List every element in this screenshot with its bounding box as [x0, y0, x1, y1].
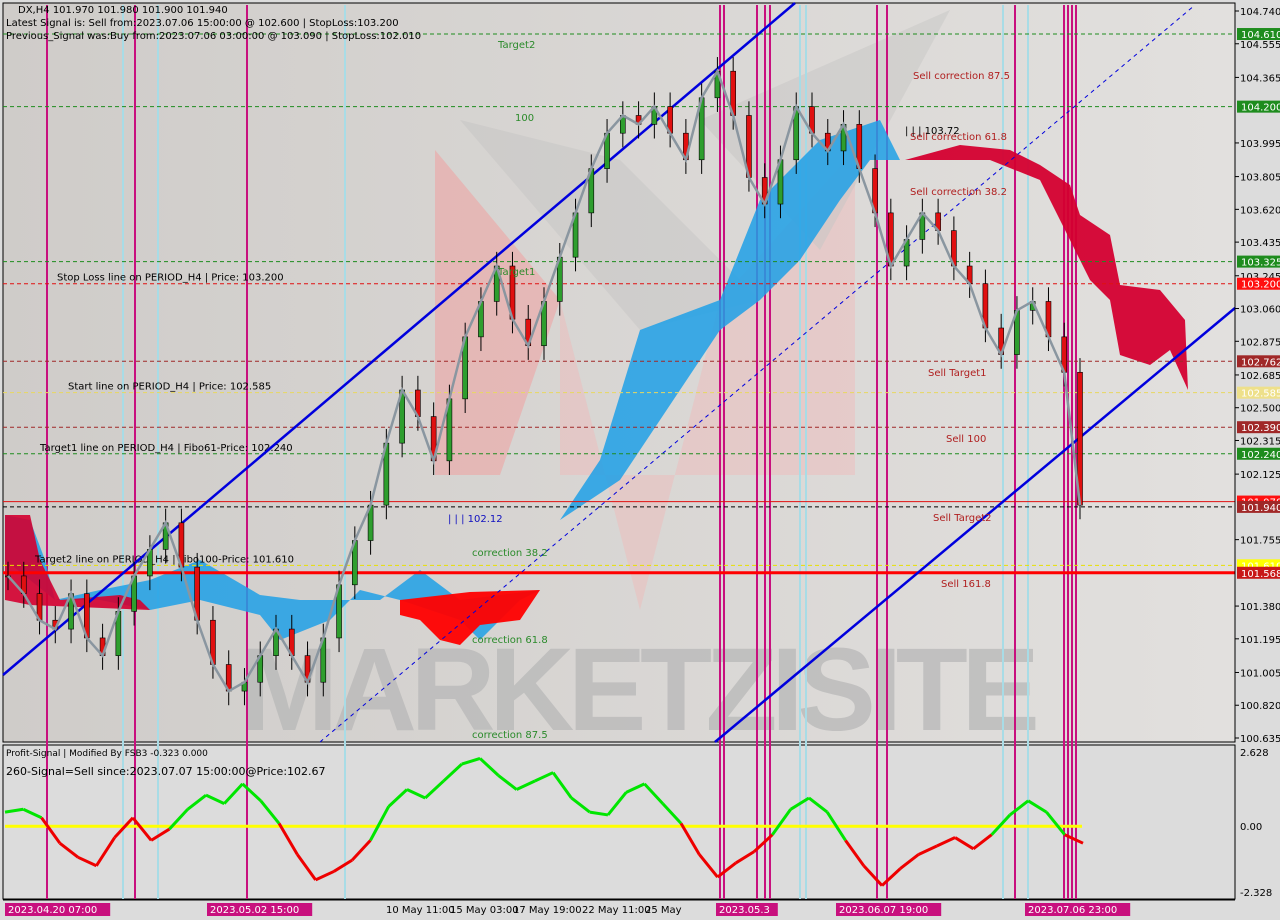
time-tick-label: 2023.05.3 — [719, 905, 770, 916]
price-tag-label: 104.200 — [1241, 103, 1280, 114]
price-tick-label: 102.125 — [1240, 470, 1280, 481]
price-tick-label: 100.820 — [1240, 701, 1280, 712]
level-line-label: Start line on PERIOD_H4 | Price: 102.585 — [68, 382, 271, 393]
trading-chart: MARKETZISITE Stop Loss line on PERIOD_H4… — [2, 2, 1280, 916]
price-tick-label: 104.365 — [1240, 73, 1280, 84]
price-tag-label: 104.610 — [1241, 30, 1280, 41]
price-tick-label: 102.685 — [1240, 371, 1280, 382]
level-line-label: Stop Loss line on PERIOD_H4 | Price: 103… — [57, 273, 284, 284]
price-tick-label: 103.435 — [1240, 238, 1280, 249]
time-tick-label: 2023.07.06 23:00 — [1028, 905, 1117, 916]
price-tick-label: 103.805 — [1240, 173, 1280, 184]
price-tick-label: 104.555 — [1240, 40, 1280, 51]
chart-annotation: | | | 103.72 — [905, 126, 960, 137]
price-tick-label: 104.740 — [1240, 7, 1280, 18]
level-line-label: Target1 line on PERIOD_H4 | Fibo61-Price… — [39, 443, 293, 454]
price-tag-label: 101.940 — [1241, 503, 1280, 514]
price-tag-label: 102.585 — [1241, 389, 1280, 400]
chart-annotation: 100 — [515, 113, 534, 124]
time-tick-label: 2023.06.07 19:00 — [839, 905, 928, 916]
price-tag-label: 101.568 — [1241, 569, 1280, 580]
price-tick-label: 103.995 — [1240, 139, 1280, 150]
time-tick-label: 25 May — [645, 905, 682, 916]
price-tick-label: 100.635 — [1240, 734, 1280, 745]
indicator-signal: 260-Signal=Sell since:2023.07.07 15:00:0… — [6, 765, 326, 778]
price-tick-label: 101.195 — [1240, 635, 1280, 646]
price-tick-label: 102.875 — [1240, 337, 1280, 348]
price-tick-label: 102.315 — [1240, 436, 1280, 447]
time-tick-label: 2023.05.02 15:00 — [210, 905, 299, 916]
price-tag-label: 102.762 — [1241, 357, 1280, 368]
time-tick-label: 22 May 11:00 — [582, 905, 651, 916]
time-tick-label: 2023.04.20 07:00 — [8, 905, 97, 916]
chart-annotation: Sell 161.8 — [941, 579, 991, 590]
price-tag-label: 102.390 — [1241, 423, 1280, 434]
price-tick-label: 101.755 — [1240, 536, 1280, 547]
price-tick-label: 103.060 — [1240, 305, 1280, 316]
indicator-title: Profit-Signal | Modified By FSB3 -0.323 … — [6, 749, 208, 759]
latest-signal: Latest Signal is: Sell from:2023.07.06 1… — [6, 18, 399, 29]
chart-annotation: Sell Target1 — [928, 368, 987, 379]
chart-annotation: correction 61.8 — [472, 635, 548, 646]
oscillator-tick-label: 0.00 — [1240, 822, 1262, 833]
chart-annotation: Target2 — [497, 40, 535, 51]
chart-annotation: Target1 — [497, 267, 535, 278]
chart-annotation: Sell Target2 — [933, 513, 992, 524]
price-tick-label: 102.500 — [1240, 404, 1280, 415]
price-tag-label: 102.240 — [1241, 450, 1280, 461]
chart-annotation: correction 38.2 — [472, 548, 548, 559]
chart-annotation: correction 87.5 — [472, 730, 548, 741]
previous-signal: Previous_Signal was:Buy from:2023.07.06 … — [6, 31, 422, 42]
chart-annotation: Sell correction 38.2 — [910, 187, 1007, 198]
ohlc-values: 101.970 101.980 101.900 101.940 — [52, 5, 228, 16]
oscillator-tick-label: 2.628 — [1240, 748, 1269, 759]
chart-annotation: Sell 100 — [946, 434, 986, 445]
price-tick-label: 101.005 — [1240, 668, 1280, 679]
symbol-ohlc: DX,H4 101.970 101.980 101.900 101.940 — [18, 5, 228, 16]
price-tag-label: 103.325 — [1241, 258, 1280, 269]
watermark-text: MARKETZISITE — [240, 624, 1040, 756]
chart-annotation: Sell correction 87.5 — [913, 71, 1010, 82]
time-tick-label: 17 May 19:00 — [513, 905, 582, 916]
level-line-label: Target2 line on PERIOD_H4 | Fibo100-Pric… — [34, 554, 294, 565]
price-tick-label: 101.380 — [1240, 602, 1280, 613]
time-tick-label: 10 May 11:00 — [386, 905, 455, 916]
time-tick-label: 15 May 03:00 — [450, 905, 519, 916]
price-tag-label: 103.200 — [1241, 280, 1280, 291]
oscillator-tick-label: -2.328 — [1240, 888, 1272, 899]
price-tick-label: 103.620 — [1240, 205, 1280, 216]
symbol: DX,H4 — [18, 5, 50, 16]
chart-annotation: | | | 102.12 — [448, 514, 503, 525]
